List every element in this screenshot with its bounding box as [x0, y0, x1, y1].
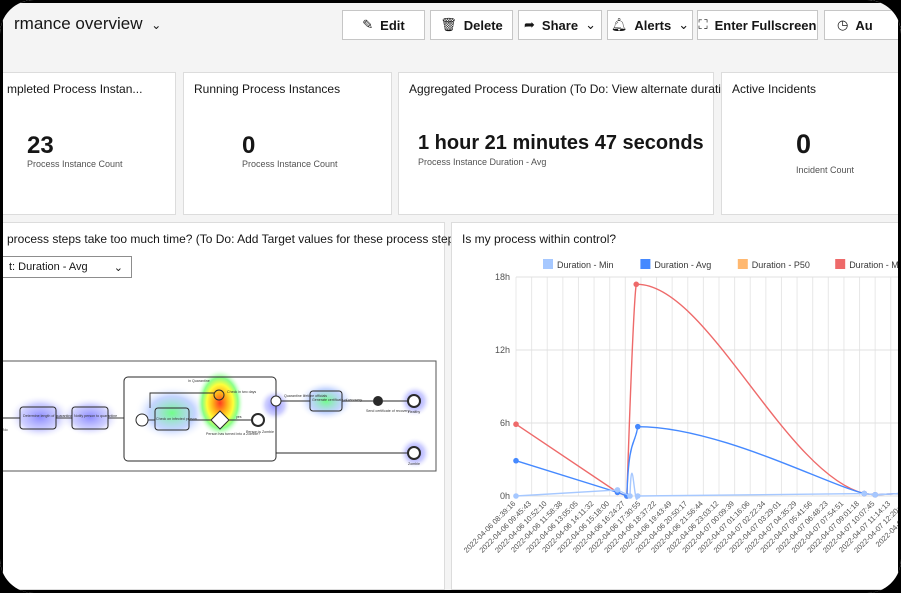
- dashboard-screen: rmance overview ⌄ ✎ Edit 🗑 Delete ➦ Shar…: [0, 0, 901, 593]
- legend-swatch: [835, 259, 846, 269]
- edit-label: Edit: [380, 17, 405, 33]
- data-point: [513, 493, 519, 499]
- edit-button[interactable]: ✎ Edit: [342, 10, 425, 40]
- data-point: [861, 490, 868, 497]
- data-point: [627, 493, 633, 499]
- page-title-text: rmance overview: [14, 14, 143, 33]
- y-tick-label: 6h: [500, 418, 510, 428]
- auto-refresh-label: Au: [855, 17, 873, 33]
- end-event-healthy: [407, 394, 421, 408]
- select-value: t: Duration - Avg: [9, 261, 88, 273]
- fullscreen-button[interactable]: ⛶ Enter Fullscreen: [697, 10, 818, 40]
- chevron-down-icon: ⌄: [151, 18, 162, 32]
- kpi-value: 0: [796, 129, 812, 159]
- data-point: [633, 281, 640, 288]
- bpmn-label: Check in two days: [227, 390, 256, 394]
- kpi-value: 23: [27, 132, 54, 159]
- chevron-down-icon: ⌄: [113, 261, 123, 274]
- chart-panel-title: Is my process within control?: [462, 232, 617, 246]
- bpmn-label: Send certificate of recovery: [366, 409, 410, 413]
- alerts-button[interactable]: 🔔︎ Alerts ⌄: [607, 10, 693, 40]
- data-point: [635, 423, 641, 430]
- process-control-chart: 0h 6h 12h 18h Duration - Min Duration - Avg Du…: [462, 259, 901, 555]
- bpmn-label: Determine length of quarantine: [23, 414, 72, 418]
- chevron-down-icon: ⌄: [678, 17, 690, 32]
- kpi-title: Active Incidents: [732, 82, 817, 96]
- y-tick-label: 18h: [495, 272, 510, 282]
- legend-swatch: [737, 259, 748, 269]
- bpmn-label: Check on infected person: [156, 417, 197, 421]
- clock-icon: ◷: [837, 17, 849, 32]
- bpmn-label: No: [3, 428, 8, 432]
- bell-icon: 🔔︎: [610, 17, 628, 32]
- data-point: [635, 493, 641, 499]
- kpi-completed-instances: mpleted Process Instan... 23 Process Ins…: [0, 72, 176, 215]
- share-label: Share: [541, 17, 579, 33]
- bpmn-label: Generate certificate of recovery: [312, 398, 362, 402]
- chevron-down-icon: ⌄: [585, 17, 596, 32]
- series-line: [515, 283, 901, 498]
- series-line: [515, 425, 901, 498]
- y-tick-label: 0h: [500, 491, 510, 501]
- legend-swatch: [543, 259, 553, 269]
- alerts-label: Alerts: [634, 17, 672, 33]
- legend-label: Duration - Max: [849, 260, 901, 270]
- kpi-subtitle: Incident Count: [796, 165, 855, 175]
- delete-button[interactable]: 🗑 Delete: [430, 10, 513, 40]
- auto-refresh-button[interactable]: ◷ Au: [824, 10, 901, 40]
- legend-label: Duration - Avg: [654, 260, 711, 270]
- kpi-title: Running Process Instances: [194, 82, 341, 96]
- trash-icon: 🗑: [440, 17, 457, 32]
- kpi-value: 1 hour 21 minutes 47 seconds: [418, 132, 704, 154]
- kpi-active-incidents: Active Incidents 0 Incident Count: [721, 72, 901, 215]
- fullscreen-icon: ⛶: [698, 17, 708, 32]
- legend-label: Duration - P50: [752, 260, 810, 270]
- kpi-title: mpleted Process Instan...: [7, 82, 143, 96]
- legend-swatch: [640, 259, 651, 269]
- bpmn-label: yes: [236, 415, 242, 419]
- heatmap-panel-title: process steps take too much time? (To Do…: [7, 232, 465, 246]
- kpi-running-instances: Running Process Instances 0 Process Inst…: [183, 72, 392, 215]
- data-point: [614, 487, 621, 493]
- bpmn-label: Healthy: [408, 410, 420, 414]
- end-event-zombie: [407, 446, 421, 460]
- kpi-value: 0: [242, 132, 256, 159]
- top-bar: rmance overview ⌄ ✎ Edit 🗑 Delete ➦ Shar…: [0, 0, 901, 52]
- kpi-subtitle: Process Instance Count: [27, 159, 123, 169]
- page-title[interactable]: rmance overview ⌄: [14, 14, 161, 34]
- kpi-aggregated-duration: Aggregated Process Duration (To Do: View…: [398, 72, 749, 215]
- share-icon: ➦: [524, 17, 535, 32]
- share-button[interactable]: ➦ Share ⌄: [518, 10, 602, 40]
- bpmn-label: In Quarantine: [188, 379, 210, 383]
- kpi-title[interactable]: Aggregated Process Duration (To Do: View…: [409, 82, 749, 96]
- y-tick-label: 12h: [495, 345, 510, 355]
- delete-label: Delete: [463, 17, 503, 33]
- start-event: [135, 413, 149, 427]
- kpi-subtitle: Process Instance Count: [242, 159, 338, 169]
- end-event-zombie-sub: [251, 413, 265, 427]
- legend-label: Duration - Min: [557, 260, 614, 270]
- heatmap-metric-select[interactable]: t: Duration - Avg ⌄: [2, 256, 132, 278]
- send-event: [373, 396, 383, 406]
- data-point: [513, 421, 519, 428]
- kpi-subtitle: Process Instance Duration - Avg: [418, 157, 547, 167]
- pencil-icon: ✎: [362, 17, 374, 32]
- data-point: [513, 457, 519, 464]
- bpmn-label: Zombie: [408, 462, 420, 466]
- data-point: [872, 491, 878, 498]
- bpmn-heatmap-diagram: Determine length of quarantine Notify pe…: [0, 360, 437, 472]
- fullscreen-label: Enter Fullscreen: [714, 17, 817, 33]
- kpi-title-text: Aggregated Process Duration (To Do: View…: [409, 82, 731, 96]
- bpmn-label: Notify person to quarantine: [74, 414, 117, 418]
- bpmn-label: Person is Zombie: [246, 430, 274, 434]
- boundary-message-event: [270, 395, 282, 407]
